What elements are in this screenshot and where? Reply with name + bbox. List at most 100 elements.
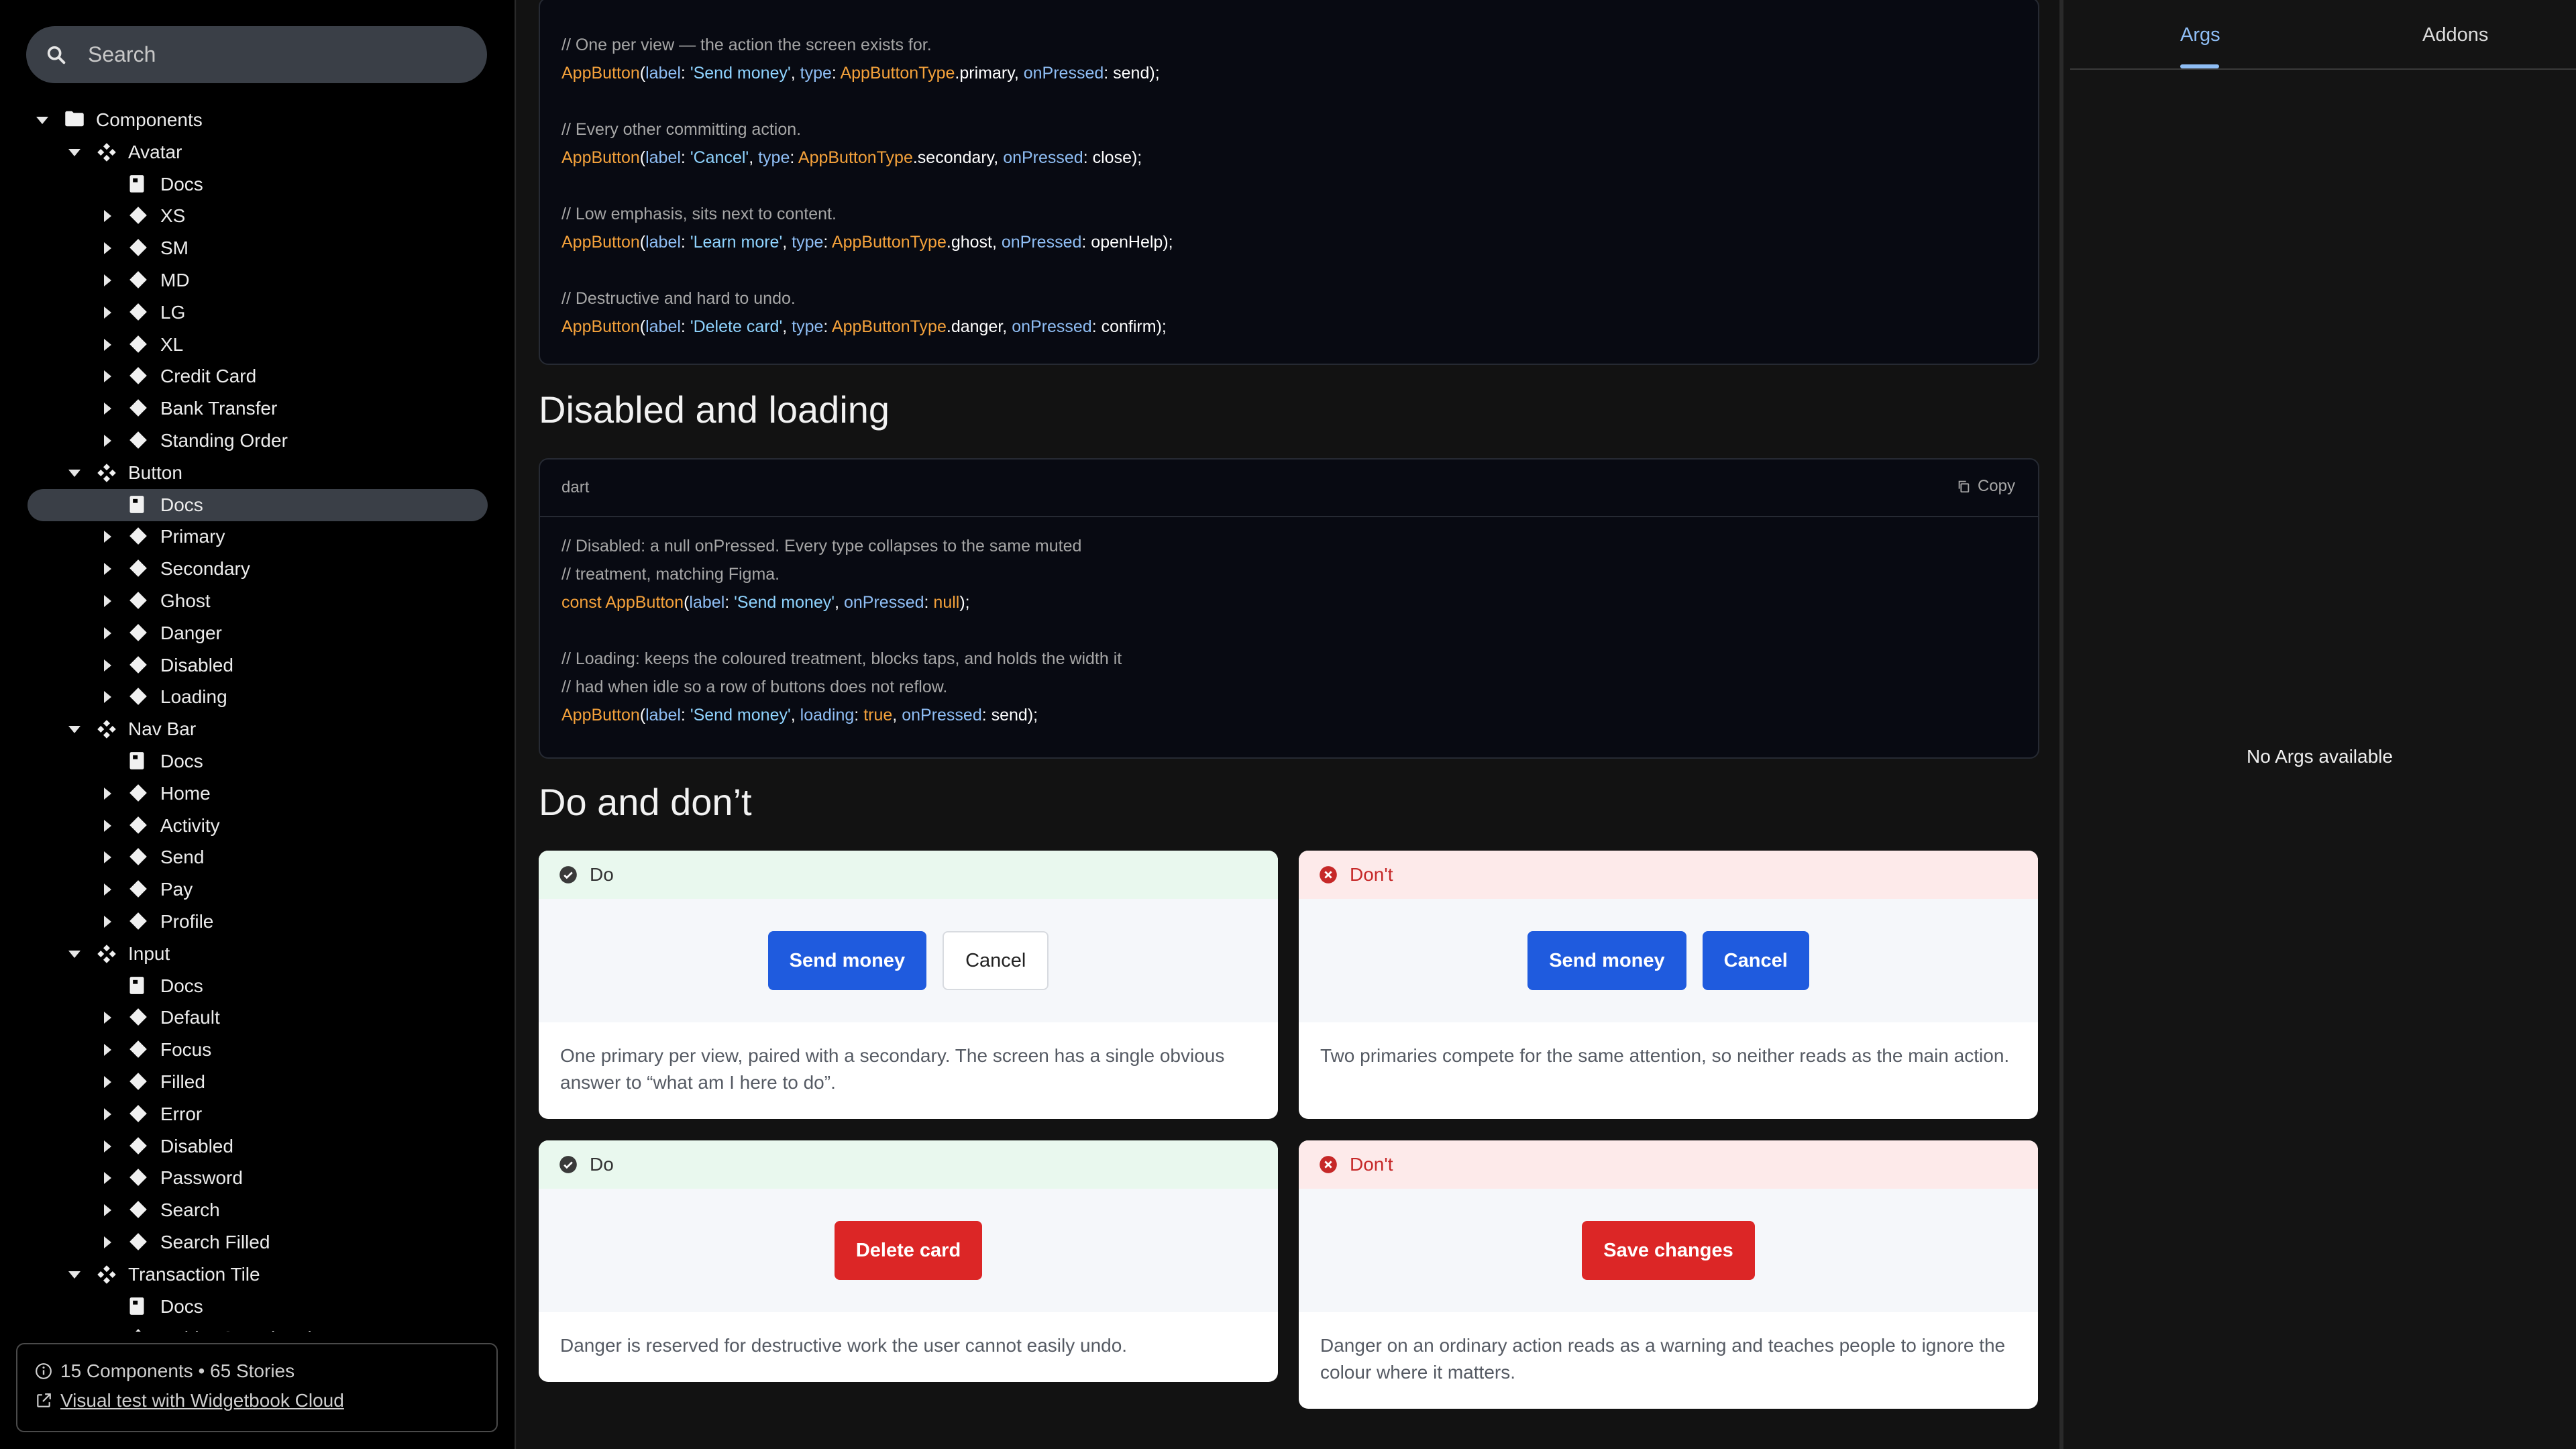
caret-right-icon[interactable] — [104, 819, 111, 832]
search-bar[interactable] — [26, 26, 487, 83]
caret-down-icon[interactable] — [36, 117, 48, 124]
tree-item-md[interactable]: MD — [0, 264, 516, 297]
story-icon — [129, 591, 148, 610]
tree-item-default[interactable]: Default — [0, 1002, 516, 1034]
caret-right-icon[interactable] — [104, 242, 111, 255]
tree-item-disabled[interactable]: Disabled — [0, 649, 516, 682]
component-icon — [97, 1265, 117, 1285]
caret-right-icon[interactable] — [104, 627, 111, 639]
story-icon — [129, 398, 148, 417]
copy-button[interactable]: Copy — [1956, 477, 2015, 496]
tree-item-profile[interactable]: Profile — [0, 906, 516, 938]
caret-right-icon[interactable] — [104, 1044, 111, 1057]
tree-item-loading[interactable]: Loading — [0, 681, 516, 713]
caret-down-icon[interactable] — [68, 726, 80, 734]
widgetbook-cloud-link[interactable]: Visual test with Widgetbook Cloud — [60, 1390, 344, 1411]
tree-item-lg[interactable]: LG — [0, 297, 516, 329]
tree-item-search-filled[interactable]: Search Filled — [0, 1226, 516, 1258]
tree-item-label: Send — [160, 847, 205, 868]
tree-item-primary[interactable]: Primary — [0, 521, 516, 553]
caret-right-icon[interactable] — [104, 531, 111, 543]
tree-item-components[interactable]: Components — [0, 104, 516, 136]
tree-item-debit-completed[interactable]: Debit · Completed — [0, 1322, 516, 1332]
save-changes-button[interactable]: Save changes — [1582, 1221, 1755, 1280]
search-input[interactable] — [88, 26, 470, 83]
caret-right-icon[interactable] — [104, 916, 111, 928]
caret-right-icon[interactable] — [104, 1172, 111, 1185]
caret-right-icon[interactable] — [104, 595, 111, 607]
tree-item-xl[interactable]: XL — [0, 329, 516, 361]
code-line: // Low emphasis, sits next to content. — [561, 205, 837, 223]
send-money-button[interactable]: Send money — [1527, 931, 1686, 990]
error-circle-icon — [1320, 1156, 1337, 1173]
tree-item-docs[interactable]: Docs — [0, 745, 516, 777]
tree-item-docs[interactable]: Docs — [0, 1291, 516, 1323]
dont-card-two-primaries: Don't Send money Cancel Two primaries co… — [1299, 851, 2038, 1119]
tree-item-transaction-tile[interactable]: Transaction Tile — [0, 1258, 516, 1291]
tree-item-activity[interactable]: Activity — [0, 810, 516, 842]
tree-item-danger[interactable]: Danger — [0, 617, 516, 649]
story-icon — [129, 1232, 148, 1251]
code-text: // Disabled: a null onPressed. Every typ… — [540, 517, 2038, 729]
cancel-button[interactable]: Cancel — [1702, 931, 1809, 990]
tree-item-input[interactable]: Input — [0, 938, 516, 970]
story-icon — [129, 1072, 148, 1091]
caret-right-icon[interactable] — [104, 306, 111, 319]
caret-right-icon[interactable] — [104, 1140, 111, 1152]
caret-down-icon[interactable] — [68, 950, 80, 958]
tree-item-focus[interactable]: Focus — [0, 1034, 516, 1066]
tab-args[interactable]: Args — [2180, 24, 2220, 46]
caret-right-icon[interactable] — [104, 1012, 111, 1024]
dont-card-description: Danger on an ordinary action reads as a … — [1320, 1335, 2006, 1383]
tree-item-label: Avatar — [128, 141, 182, 162]
tree-item-nav-bar[interactable]: Nav Bar — [0, 713, 516, 745]
tree-item-docs[interactable]: Docs — [0, 168, 516, 201]
caret-right-icon[interactable] — [104, 883, 111, 896]
tree-item-bank-transfer[interactable]: Bank Transfer — [0, 392, 516, 425]
caret-right-icon[interactable] — [104, 563, 111, 576]
tree-item-home[interactable]: Home — [0, 777, 516, 810]
caret-right-icon[interactable] — [104, 338, 111, 351]
caret-down-icon[interactable] — [68, 1271, 80, 1279]
caret-down-icon[interactable] — [68, 469, 80, 477]
send-money-button[interactable]: Send money — [767, 931, 927, 990]
tree-item-xs[interactable]: XS — [0, 200, 516, 232]
tree-item-search[interactable]: Search — [0, 1194, 516, 1226]
tree-item-standing-order[interactable]: Standing Order — [0, 425, 516, 457]
caret-right-icon[interactable] — [104, 1204, 111, 1217]
story-icon — [129, 559, 148, 578]
tree-item-filled[interactable]: Filled — [0, 1066, 516, 1098]
tree-item-sm[interactable]: SM — [0, 232, 516, 264]
caret-right-icon[interactable] — [104, 210, 111, 223]
story-icon — [129, 623, 148, 642]
caret-right-icon[interactable] — [104, 435, 111, 447]
tree-item-error[interactable]: Error — [0, 1098, 516, 1130]
tree-item-secondary[interactable]: Secondary — [0, 553, 516, 585]
tree-item-docs[interactable]: Docs — [0, 488, 516, 521]
tree-item-avatar[interactable]: Avatar — [0, 136, 516, 168]
caret-right-icon[interactable] — [104, 402, 111, 415]
caret-right-icon[interactable] — [104, 370, 111, 383]
tree-item-credit-card[interactable]: Credit Card — [0, 360, 516, 392]
caret-right-icon[interactable] — [104, 1076, 111, 1088]
cancel-button[interactable]: Cancel — [943, 931, 1049, 990]
delete-card-button[interactable]: Delete card — [834, 1221, 983, 1280]
caret-right-icon[interactable] — [104, 1236, 111, 1248]
caret-right-icon[interactable] — [104, 1108, 111, 1120]
tree-item-ghost[interactable]: Ghost — [0, 585, 516, 617]
tree-item-password[interactable]: Password — [0, 1162, 516, 1194]
caret-right-icon[interactable] — [104, 659, 111, 672]
caret-down-icon[interactable] — [68, 148, 80, 156]
tree-item-disabled[interactable]: Disabled — [0, 1130, 516, 1163]
caret-right-icon[interactable] — [104, 691, 111, 704]
caret-right-icon[interactable] — [104, 851, 111, 864]
tree-item-pay[interactable]: Pay — [0, 873, 516, 906]
tree-item-docs[interactable]: Docs — [0, 970, 516, 1002]
component-icon — [97, 463, 117, 483]
story-icon — [129, 655, 148, 674]
tree-item-button[interactable]: Button — [0, 457, 516, 489]
tab-addons[interactable]: Addons — [2422, 24, 2488, 46]
caret-right-icon[interactable] — [104, 787, 111, 800]
tree-item-send[interactable]: Send — [0, 841, 516, 873]
caret-right-icon[interactable] — [104, 274, 111, 286]
